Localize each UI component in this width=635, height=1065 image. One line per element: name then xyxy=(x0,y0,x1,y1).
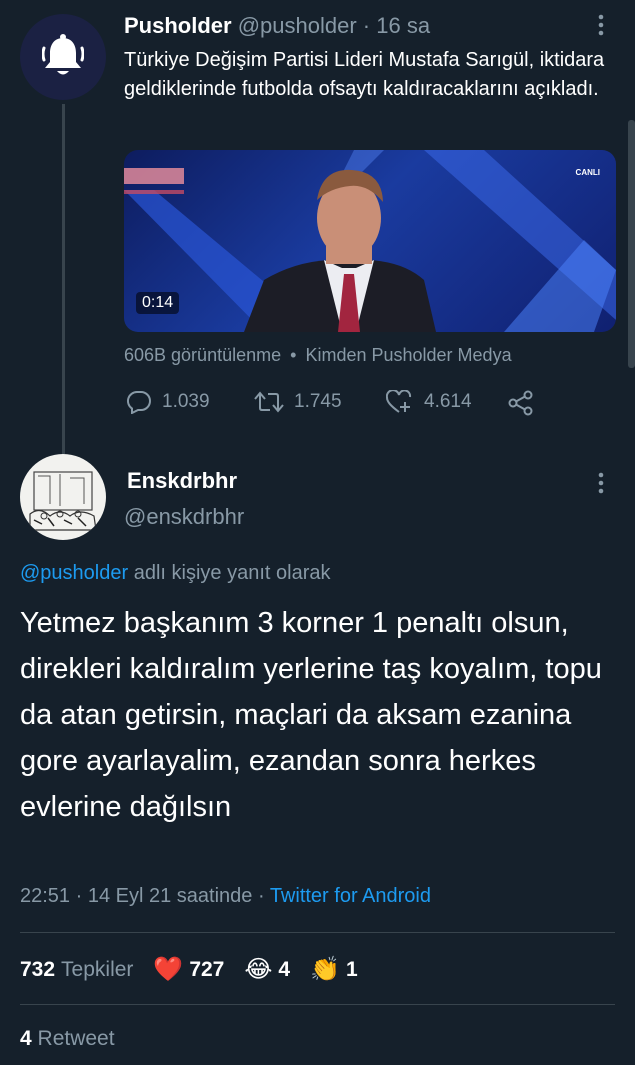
pusholder-avatar[interactable] xyxy=(20,14,106,100)
laugh-count: 4 xyxy=(278,957,291,981)
reply-timestamp[interactable]: 22:51 · 14 Eyl 21 saatinde · xyxy=(20,885,265,907)
replying-to-handle[interactable]: @pusholder xyxy=(20,562,128,584)
header-separator: · xyxy=(362,13,371,38)
reply-tweet-text: Yetmez başkanım 3 korner 1 penaltı olsun… xyxy=(20,607,602,823)
heart-count: 727 xyxy=(189,957,225,981)
video-overlay-stripe xyxy=(124,190,184,194)
heart-emoji-icon: ❤️ xyxy=(153,956,184,983)
media-source[interactable]: Kimden Pusholder Medya xyxy=(305,345,511,365)
parent-tweet-header: Pusholder @pusholder · 16 sa xyxy=(124,13,430,39)
video-duration: 0:14 xyxy=(136,292,180,314)
reply-button[interactable]: 1.039 xyxy=(126,390,210,414)
retweet-count: 1.745 xyxy=(294,391,342,412)
retweet-label: Retweet xyxy=(37,1027,115,1050)
video-thumbnail xyxy=(124,150,616,332)
parent-author-handle[interactable]: @pusholder xyxy=(238,13,357,38)
like-icon xyxy=(386,390,412,413)
replying-to: @pusholder adlı kişiye yanıt olarak xyxy=(20,562,330,585)
bell-icon xyxy=(42,34,84,75)
like-button[interactable]: 4.614 xyxy=(386,390,472,414)
retweet-button[interactable]: 1.745 xyxy=(254,390,342,414)
avatar-sketch xyxy=(29,471,97,531)
meta-separator: • xyxy=(290,345,297,365)
thread-line xyxy=(62,104,65,454)
like-count: 4.614 xyxy=(424,391,472,412)
share-icon xyxy=(508,390,533,416)
more-icon[interactable] xyxy=(596,472,606,494)
video-player[interactable]: CANLI 0:14 xyxy=(124,150,616,332)
reply-icon xyxy=(126,390,151,414)
retweets-row[interactable]: 4 Retweet xyxy=(20,1027,115,1051)
divider xyxy=(20,932,615,933)
retweet-total: 4 xyxy=(20,1027,32,1050)
reactions-total: 732 xyxy=(20,957,56,981)
laugh-emoji-icon: 😂 xyxy=(244,956,273,983)
replying-to-label: adlı kişiye yanıt olarak xyxy=(133,562,331,584)
retweet-icon xyxy=(254,391,284,413)
clap-emoji-icon: 👏 xyxy=(310,956,340,983)
client-link[interactable]: Twitter for Android xyxy=(270,885,431,907)
reactions-label: Tepkiler xyxy=(61,957,134,981)
video-meta: 606B görüntülenme • Kimden Pusholder Med… xyxy=(124,345,512,366)
video-overlay-stripe xyxy=(124,168,184,184)
enskdrbhr-avatar[interactable] xyxy=(20,454,106,540)
reactions-row[interactable]: 732 Tepkiler ❤️ 727 😂 4 👏 1 xyxy=(20,955,358,984)
clap-count: 1 xyxy=(345,957,358,981)
scrollbar[interactable] xyxy=(628,120,635,368)
parent-author-name[interactable]: Pusholder xyxy=(124,13,232,38)
share-button[interactable] xyxy=(508,390,534,416)
parent-tweet-text: Türkiye Değişim Partisi Lideri Mustafa S… xyxy=(124,49,605,100)
reply-meta: 22:51 · 14 Eyl 21 saatinde · Twitter for… xyxy=(20,885,431,908)
reply-count: 1.039 xyxy=(162,391,210,412)
reply-author-handle[interactable]: @enskdrbhr xyxy=(124,504,244,530)
view-count: 606B görüntülenme xyxy=(124,345,282,365)
live-badge: CANLI xyxy=(575,168,600,177)
parent-timestamp[interactable]: 16 sa xyxy=(376,13,430,38)
reply-author-name[interactable]: Enskdrbhr xyxy=(127,468,237,494)
more-icon[interactable] xyxy=(596,14,606,36)
divider xyxy=(20,1004,615,1005)
